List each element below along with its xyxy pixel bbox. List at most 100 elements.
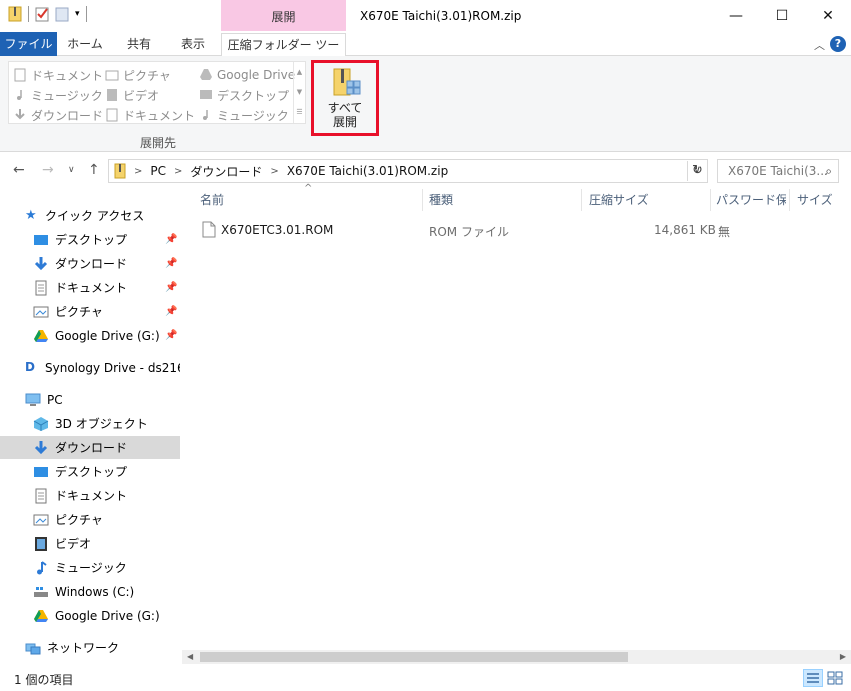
tab-share[interactable]: 共有: [113, 33, 165, 56]
gallery-item-videos[interactable]: ビデオ: [105, 85, 195, 105]
pictures-icon: [33, 514, 49, 525]
3d-objects-icon: [33, 416, 49, 431]
breadcrumb-zip[interactable]: X670E Taichi(3.01)ROM.zip: [287, 164, 448, 178]
gallery-column: ドキュメント ミュージック ダウンロード: [13, 65, 103, 125]
search-placeholder: X670E Taichi(3...: [728, 164, 828, 178]
close-button[interactable]: ✕: [805, 0, 851, 31]
minimize-icon: —: [729, 7, 743, 24]
pin-icon[interactable]: 📌: [165, 234, 177, 245]
nav-quick-access[interactable]: ★ クイック アクセス: [0, 204, 180, 227]
desktop-icon: [200, 90, 212, 99]
address-bar[interactable]: > PC > ダウンロード > X670E Taichi(3.01)ROM.zi…: [108, 159, 708, 183]
gallery-expand-icon[interactable]: ☰: [294, 102, 305, 122]
horizontal-scrollbar[interactable]: ◀ ▶: [182, 650, 851, 664]
nav-quick-desktop[interactable]: デスクトップ 📌: [0, 228, 180, 251]
pictures-icon: [105, 70, 119, 81]
pin-icon[interactable]: 📌: [165, 306, 177, 317]
tab-home[interactable]: ホーム: [60, 33, 110, 56]
nav-quick-documents[interactable]: ドキュメント 📌: [0, 276, 180, 299]
pin-icon[interactable]: 📌: [165, 330, 177, 341]
details-view-button[interactable]: [803, 669, 823, 687]
up-arrow-icon[interactable]: ↑: [88, 162, 100, 178]
nav-quick-google-drive[interactable]: Google Drive (G:) 📌: [0, 324, 180, 347]
file-name: X670ETC3.01.ROM: [221, 223, 334, 237]
search-icon: ⌕: [825, 164, 832, 178]
gallery-item-documents-2[interactable]: ドキュメント: [105, 105, 195, 125]
nav-quick-pictures[interactable]: ピクチャ 📌: [0, 300, 180, 323]
item-count: 1 個の項目: [14, 673, 74, 687]
gallery-item-documents[interactable]: ドキュメント: [13, 65, 103, 85]
nav-pc[interactable]: PC: [0, 388, 180, 411]
table-row[interactable]: X670ETC3.01.ROM ROM ファイル 14,861 KB 無: [180, 219, 851, 241]
tab-view[interactable]: 表示: [168, 33, 218, 56]
nav-pc-music[interactable]: ミュージック: [0, 556, 180, 579]
gallery-scroll-up-icon[interactable]: ▲: [294, 62, 305, 82]
back-arrow-icon[interactable]: ←: [13, 162, 25, 178]
column-header-size[interactable]: サイズ: [777, 189, 847, 211]
column-header-password[interactable]: パスワード保...: [696, 189, 786, 211]
new-folder-icon[interactable]: [55, 6, 69, 22]
breadcrumb-downloads[interactable]: ダウンロード: [190, 163, 262, 180]
nav-pc-3d-objects[interactable]: 3D オブジェクト: [0, 412, 180, 435]
gallery-scrollbar[interactable]: ▲ ▼ ☰: [293, 62, 305, 123]
gallery-item-music-2[interactable]: ミュージック: [199, 105, 295, 125]
scroll-left-icon[interactable]: ◀: [187, 650, 193, 664]
pin-icon[interactable]: 📌: [165, 258, 177, 269]
forward-arrow-icon[interactable]: →: [42, 162, 54, 178]
breadcrumb-separator-icon[interactable]: >: [134, 166, 142, 177]
large-icons-view-icon: [827, 671, 843, 685]
large-icons-view-button[interactable]: [825, 669, 845, 687]
nav-synology-drive[interactable]: D Synology Drive - ds216p2: [0, 356, 200, 379]
breadcrumb-separator-icon[interactable]: >: [270, 166, 278, 177]
gallery-item-pictures[interactable]: ピクチャ: [105, 65, 195, 85]
maximize-button[interactable]: ☐: [759, 0, 805, 31]
scrollbar-thumb[interactable]: [200, 652, 628, 662]
pictures-icon: [33, 306, 49, 317]
column-header-compressed-size[interactable]: 圧縮サイズ: [569, 189, 709, 211]
qat-dropdown-icon[interactable]: ▾: [75, 9, 80, 19]
window-title: X670E Taichi(3.01)ROM.zip: [360, 9, 522, 23]
zip-folder-icon[interactable]: [8, 6, 22, 22]
gallery-item-music[interactable]: ミュージック: [13, 85, 103, 105]
minimize-button[interactable]: —: [713, 0, 759, 31]
nav-pc-pictures[interactable]: ピクチャ: [0, 508, 180, 531]
collapse-ribbon-icon[interactable]: ︿: [814, 37, 825, 53]
breadcrumb-pc[interactable]: PC: [150, 164, 166, 178]
nav-pc-desktop[interactable]: デスクトップ: [0, 460, 180, 483]
gallery-scroll-down-icon[interactable]: ▼: [294, 82, 305, 102]
column-header-type[interactable]: 種類: [409, 189, 569, 211]
nav-pc-documents[interactable]: ドキュメント: [0, 484, 180, 507]
synology-drive-icon: D: [25, 359, 35, 374]
gallery-item-desktop[interactable]: デスクトップ: [199, 85, 295, 105]
qat-separator: [85, 6, 87, 22]
qat-separator: [28, 6, 29, 22]
gallery-column: ピクチャ ビデオ ドキュメント: [105, 65, 195, 125]
music-icon: [17, 90, 22, 100]
recent-locations-icon[interactable]: ∨: [68, 165, 75, 175]
column-header-name[interactable]: 名前: [180, 189, 422, 211]
gallery-item-downloads[interactable]: ダウンロード: [13, 105, 103, 125]
help-icon[interactable]: ?: [830, 36, 846, 52]
breadcrumb-separator-icon[interactable]: >: [174, 166, 182, 177]
status-bar: 1 個の項目: [0, 664, 851, 691]
close-icon: ✕: [822, 7, 834, 24]
nav-quick-downloads[interactable]: ダウンロード 📌: [0, 252, 180, 275]
maximize-icon: ☐: [775, 7, 789, 24]
tab-file[interactable]: ファイル: [0, 32, 57, 56]
network-icon: [25, 643, 41, 654]
properties-icon[interactable]: [35, 6, 49, 22]
nav-network[interactable]: ネットワーク: [0, 636, 180, 659]
scroll-right-icon[interactable]: ▶: [840, 650, 846, 664]
pin-icon[interactable]: 📌: [165, 282, 177, 293]
refresh-button[interactable]: ↻: [687, 161, 707, 181]
nav-pc-videos[interactable]: ビデオ: [0, 532, 180, 555]
search-box[interactable]: X670E Taichi(3... ⌕: [717, 159, 839, 183]
extract-all-button[interactable]: すべて 展開: [311, 60, 379, 136]
tab-compressed-folder-tools[interactable]: 圧縮フォルダー ツール: [221, 33, 346, 75]
nav-pc-windows-c[interactable]: Windows (C:): [0, 580, 180, 603]
nav-pc-google-drive[interactable]: Google Drive (G:): [0, 604, 180, 627]
ribbon-tabs: ファイル ホーム 共有 表示 圧縮フォルダー ツール ︿ ?: [0, 31, 851, 75]
gallery-item-google-drive[interactable]: Google Drive: [199, 65, 295, 85]
zip-folder-icon: [114, 163, 126, 179]
nav-pc-downloads[interactable]: ダウンロード: [0, 436, 180, 459]
